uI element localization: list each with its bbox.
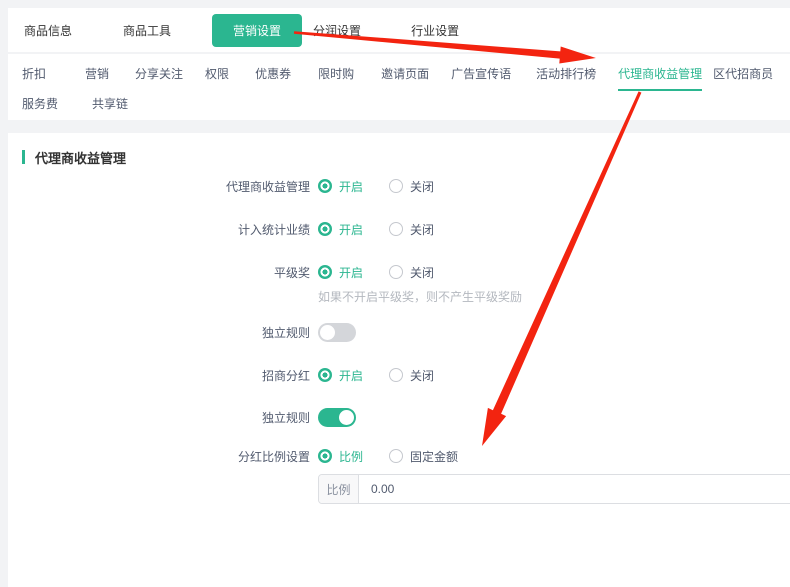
radio-option-label: 关闭	[410, 221, 434, 238]
row-label: 平级奖	[8, 264, 310, 281]
agent-revenue-panel: 代理商收益管理 代理商收益管理 开启 关闭 计入统计业绩 开启 关闭	[8, 133, 790, 587]
nav-flash-sale[interactable]: 限时购	[318, 65, 354, 82]
radio-option-label: 关闭	[410, 178, 434, 195]
radio-selected-icon[interactable]	[318, 265, 332, 279]
form-row-count-statistics: 计入统计业绩 开启 关闭	[8, 219, 790, 239]
radio-option-off[interactable]: 关闭	[389, 264, 434, 281]
form-row-independent-rule-1: 独立规则	[8, 322, 790, 342]
form-row-dividend-ratio: 分红比例设置 比例 固定金额	[8, 446, 790, 466]
top-tab-bar: 商品信息 商品工具 营销设置 分润设置 行业设置	[8, 8, 790, 52]
nav-share-follow[interactable]: 分享关注	[135, 65, 183, 82]
nav-ad-slogan[interactable]: 广告宣传语	[451, 65, 511, 82]
row-label: 分红比例设置	[8, 448, 310, 465]
radio-unselected-icon[interactable]	[389, 368, 403, 382]
radio-selected-icon[interactable]	[318, 179, 332, 193]
sub-nav-row-1: 折扣 营销 分享关注 权限 优惠券 限时购 邀请页面 广告宣传语 活动排行榜 代…	[22, 64, 790, 82]
form-row-investment-dividend: 招商分红 开启 关闭	[8, 365, 790, 385]
radio-option-fixed-amount[interactable]: 固定金额	[389, 448, 458, 465]
radio-unselected-icon[interactable]	[389, 179, 403, 193]
nav-service-fee[interactable]: 服务费	[22, 95, 58, 112]
radio-option-label: 关闭	[410, 367, 434, 384]
radio-option-on[interactable]: 开启	[318, 178, 363, 195]
nav-discount[interactable]: 折扣	[22, 65, 46, 82]
ratio-input-prefix: 比例	[319, 475, 359, 503]
row-label: 独立规则	[8, 409, 310, 426]
radio-option-label: 比例	[339, 448, 363, 465]
radio-option-on[interactable]: 开启	[318, 367, 363, 384]
ratio-input[interactable]	[359, 475, 790, 503]
radio-unselected-icon[interactable]	[389, 265, 403, 279]
nav-activity-ranking[interactable]: 活动排行榜	[536, 65, 596, 82]
sub-nav: 折扣 营销 分享关注 权限 优惠券 限时购 邀请页面 广告宣传语 活动排行榜 代…	[8, 54, 790, 120]
toggle-knob	[320, 325, 335, 340]
tab-marketing-settings[interactable]: 营销设置	[212, 14, 302, 47]
nav-invite-page[interactable]: 邀请页面	[381, 65, 429, 82]
panel-title: 代理商收益管理	[35, 148, 126, 167]
radio-option-off[interactable]: 关闭	[389, 367, 434, 384]
row-label: 代理商收益管理	[8, 178, 310, 195]
radio-option-label: 固定金额	[410, 448, 458, 465]
radio-option-label: 开启	[339, 367, 363, 384]
radio-option-label: 开启	[339, 221, 363, 238]
row-label: 独立规则	[8, 324, 310, 341]
radio-selected-icon[interactable]	[318, 449, 332, 463]
nav-coupons[interactable]: 优惠券	[255, 65, 291, 82]
form-row-peer-award: 平级奖 开启 关闭	[8, 262, 790, 282]
radio-selected-icon[interactable]	[318, 222, 332, 236]
ratio-input-group: 比例	[318, 474, 790, 504]
settings-form: 代理商收益管理 开启 关闭 计入统计业绩 开启 关闭 平级奖	[8, 176, 790, 504]
radio-option-label: 开启	[339, 178, 363, 195]
header-accent-bar	[22, 150, 25, 164]
radio-option-off[interactable]: 关闭	[389, 221, 434, 238]
form-row-independent-rule-2: 独立规则	[8, 407, 790, 427]
nav-marketing[interactable]: 营销	[85, 65, 109, 82]
independent-rule-toggle-on[interactable]	[318, 408, 356, 427]
independent-rule-toggle-off[interactable]	[318, 323, 356, 342]
toggle-knob	[339, 410, 354, 425]
panel-header: 代理商收益管理	[22, 147, 790, 167]
tab-product-info[interactable]: 商品信息	[24, 22, 72, 39]
radio-option-on[interactable]: 开启	[318, 221, 363, 238]
tab-industry-settings[interactable]: 行业设置	[411, 22, 459, 39]
peer-award-note: 如果不开启平级奖，则不产生平级奖励	[318, 288, 790, 302]
radio-unselected-icon[interactable]	[389, 222, 403, 236]
nav-permissions[interactable]: 权限	[205, 65, 229, 82]
row-label: 计入统计业绩	[8, 221, 310, 238]
form-row-agent-revenue: 代理商收益管理 开启 关闭	[8, 176, 790, 196]
radio-option-ratio[interactable]: 比例	[318, 448, 363, 465]
tab-product-tools[interactable]: 商品工具	[123, 22, 171, 39]
tab-profit-settings[interactable]: 分润设置	[313, 22, 361, 39]
sub-nav-row-2: 服务费 共享链	[22, 94, 790, 112]
radio-option-label: 关闭	[410, 264, 434, 281]
radio-selected-icon[interactable]	[318, 368, 332, 382]
row-label: 招商分红	[8, 367, 310, 384]
radio-option-label: 开启	[339, 264, 363, 281]
radio-option-on[interactable]: 开启	[318, 264, 363, 281]
nav-share-chain[interactable]: 共享链	[92, 95, 128, 112]
nav-agent-revenue-management[interactable]: 代理商收益管理	[618, 65, 702, 82]
radio-option-off[interactable]: 关闭	[389, 178, 434, 195]
radio-unselected-icon[interactable]	[389, 449, 403, 463]
nav-district-agent-recruiter[interactable]: 区代招商员	[713, 65, 773, 82]
